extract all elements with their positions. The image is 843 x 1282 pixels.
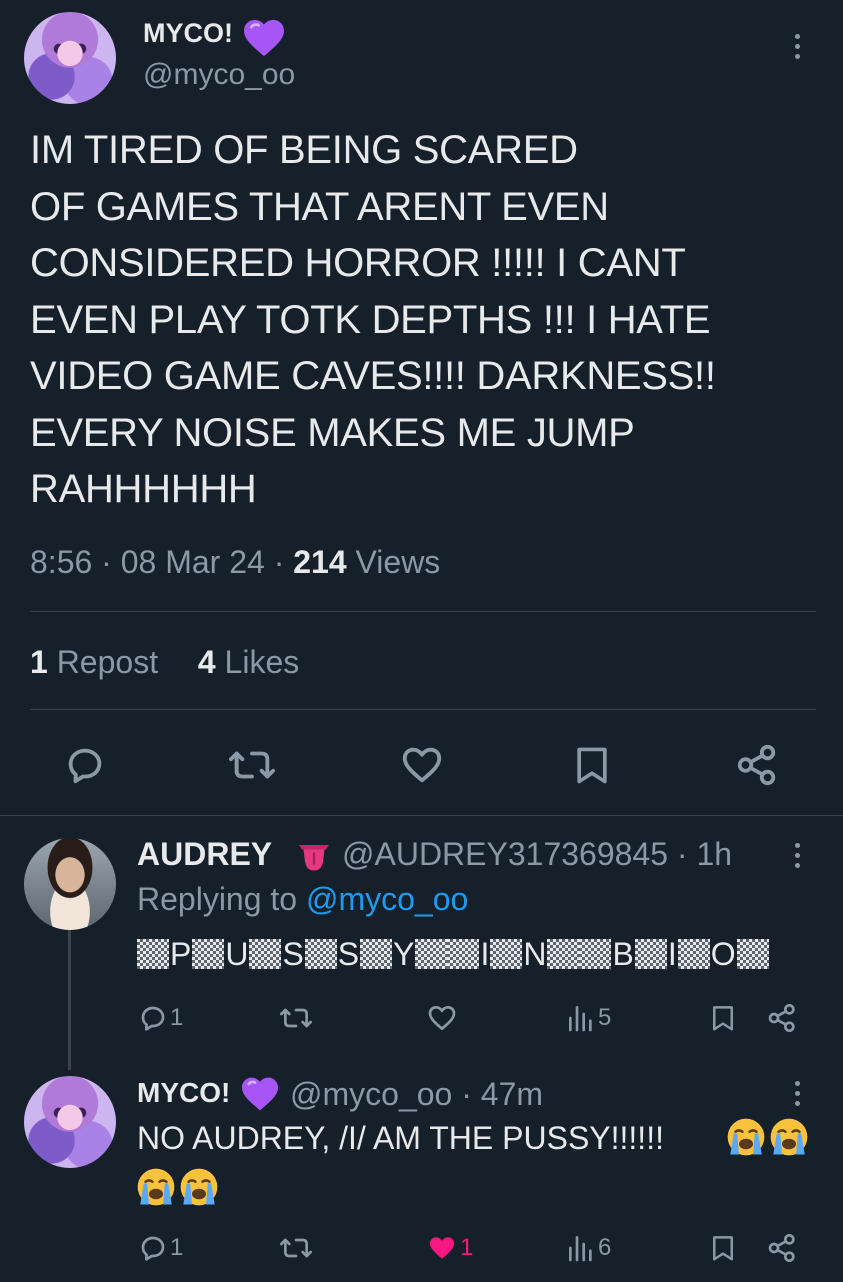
- display-name[interactable]: MYCO!: [143, 18, 233, 49]
- avatar[interactable]: [24, 1076, 116, 1168]
- views-icon[interactable]: [565, 1002, 597, 1034]
- time[interactable]: 1h: [696, 836, 732, 872]
- more-options-icon[interactable]: [795, 34, 801, 64]
- share-icon[interactable]: [766, 1232, 798, 1264]
- reply-icon[interactable]: [137, 1232, 169, 1264]
- tweet-time[interactable]: 8:56: [30, 544, 92, 580]
- loudly-crying-face-icon: [770, 1118, 808, 1156]
- censored-text: PUSSYINBIO: [137, 936, 769, 972]
- loudly-crying-face-icon: [727, 1118, 765, 1156]
- tweet-text-line: CONSIDERED HORROR !!!!! I CANT: [30, 241, 686, 285]
- handle[interactable]: @myco_oo: [143, 58, 295, 92]
- reply-count: 1: [170, 1004, 184, 1031]
- views-icon[interactable]: [565, 1232, 597, 1264]
- bookmark-icon[interactable]: [570, 742, 614, 788]
- share-icon[interactable]: [734, 742, 780, 788]
- views-count: 5: [598, 1004, 612, 1031]
- like-icon[interactable]: [398, 742, 446, 788]
- tweet-text-line: IM TIRED OF BEING SCARED: [30, 128, 578, 172]
- tweet-meta: 8:56 · 08 Mar 24 · 214 Views: [30, 544, 441, 580]
- purple-heart-badge-icon: [242, 1077, 278, 1111]
- tweet-date[interactable]: 08 Mar 24: [121, 544, 265, 580]
- purple-heart-badge-icon: [244, 19, 284, 57]
- views-count: 214: [293, 544, 347, 580]
- bookmark-icon[interactable]: [708, 1002, 738, 1034]
- reply-header: AUDREY: [137, 836, 272, 873]
- engagement-stats: 1 Repost 4 Likes: [30, 644, 299, 681]
- tweet-text-line: VIDEO GAME CAVES!!!! DARKNESS!!: [30, 354, 716, 398]
- reply-text: NO AUDREY, /I/ AM THE PUSSY!!!!!!: [137, 1120, 664, 1156]
- bookmark-icon[interactable]: [708, 1232, 738, 1264]
- loudly-crying-face-icon: [137, 1168, 175, 1206]
- replying-to: Replying to @myco_oo: [137, 881, 469, 917]
- avatar[interactable]: [24, 12, 116, 104]
- tweet-text: IM TIRED OF BEING SCARED OF GAMES THAT A…: [30, 122, 820, 518]
- likes-stat[interactable]: 4 Likes: [198, 644, 299, 680]
- reply-header: MYCO!: [137, 1077, 230, 1109]
- repost-icon[interactable]: [278, 1002, 314, 1034]
- display-name[interactable]: AUDREY: [137, 836, 272, 872]
- handle[interactable]: @myco_oo: [290, 1076, 452, 1112]
- liked-heart-icon[interactable]: [425, 1232, 459, 1264]
- tweet-text-line: RAHHHHHH: [30, 467, 257, 511]
- repost-icon[interactable]: [278, 1232, 314, 1264]
- reply-icon[interactable]: [137, 1002, 169, 1034]
- display-name[interactable]: MYCO!: [137, 1077, 230, 1108]
- handle[interactable]: @AUDREY317369845: [342, 836, 668, 872]
- divider: [30, 611, 816, 612]
- tweet-text-line: EVEN PLAY TOTK DEPTHS !!! I HATE: [30, 297, 711, 342]
- like-count: 1: [460, 1234, 474, 1261]
- time[interactable]: 47m: [481, 1076, 543, 1112]
- divider: [30, 709, 816, 710]
- views-label: Views: [355, 544, 441, 580]
- more-options-icon[interactable]: [795, 1081, 801, 1111]
- like-icon[interactable]: [425, 1002, 459, 1034]
- share-icon[interactable]: [766, 1002, 798, 1034]
- reply-count: 1: [170, 1234, 184, 1261]
- reply-icon[interactable]: [62, 742, 108, 788]
- avatar[interactable]: [24, 838, 116, 930]
- reply-handle-time: @AUDREY317369845 · 1h: [342, 836, 733, 872]
- thread-line: [68, 930, 71, 1070]
- views-count: 6: [598, 1234, 612, 1261]
- divider: [0, 815, 843, 816]
- tweet-text-line: OF GAMES THAT ARENT EVEN: [30, 184, 609, 229]
- replying-to-link[interactable]: @myco_oo: [306, 881, 468, 917]
- tweet-text-line: EVERY NOISE MAKES ME JUMP: [30, 410, 635, 455]
- loudly-crying-face-icon: [180, 1168, 218, 1206]
- repost-stat[interactable]: 1 Repost: [30, 644, 167, 680]
- tongue-emoji-icon: [299, 845, 329, 871]
- reply-handle-time: @myco_oo · 47m: [290, 1076, 544, 1112]
- repost-icon[interactable]: [226, 742, 278, 788]
- more-options-icon[interactable]: [795, 843, 801, 873]
